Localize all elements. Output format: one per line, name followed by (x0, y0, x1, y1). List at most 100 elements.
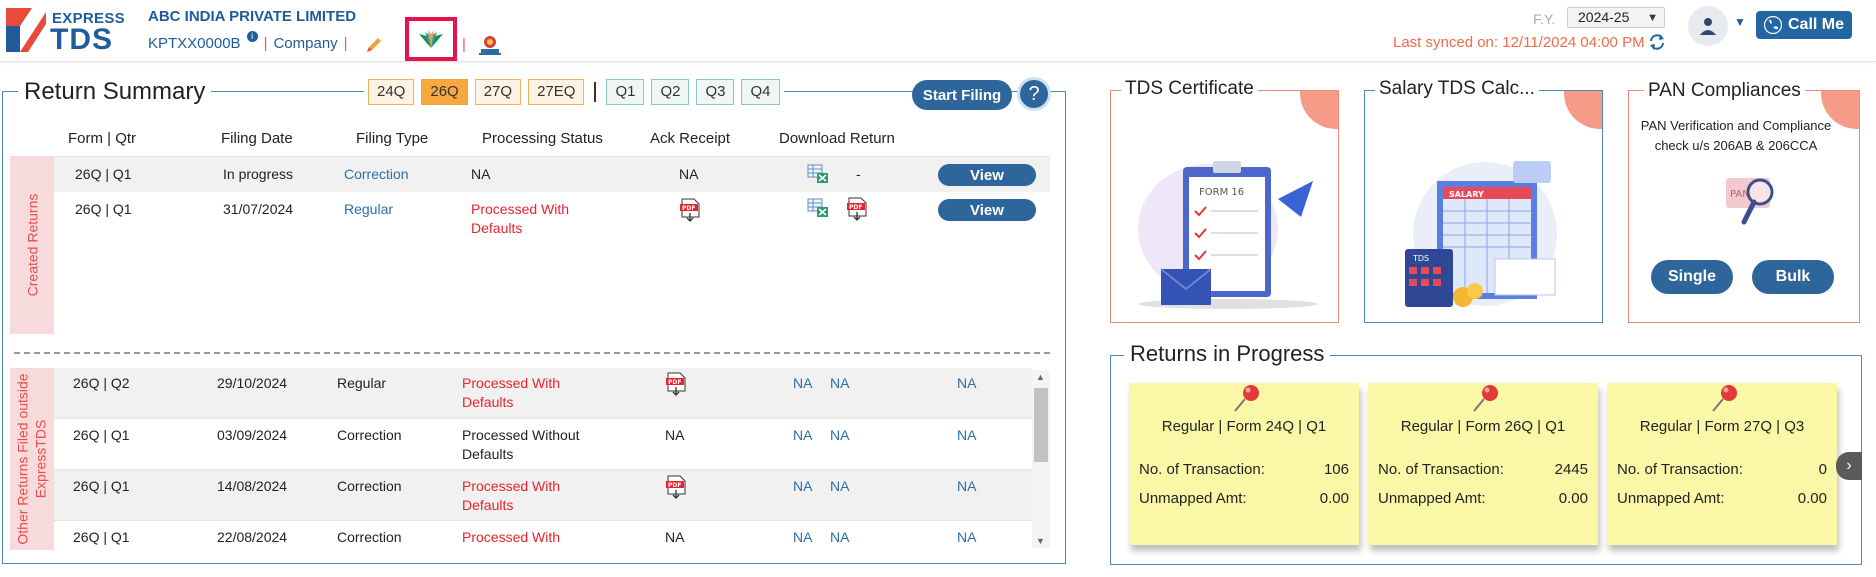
chip-27q[interactable]: 27Q (474, 79, 522, 105)
help-icon[interactable]: ? (1017, 77, 1051, 111)
download-na: NA (957, 529, 977, 545)
table-row: 26Q | Q1 In progress Correction NA NA - … (54, 156, 1050, 192)
dropdown-arrow-icon: ▼ (1647, 12, 1658, 24)
form-qtr: 26Q | Q1 (73, 427, 130, 443)
tds-certificate-card[interactable]: FORM 16 (1110, 90, 1339, 323)
col-download-return: Download Return (779, 130, 895, 147)
other-returns-tab: Other Returns Filed outside ExpressTDS (10, 368, 54, 550)
other-returns-label-line: Other Returns Filed outside (15, 373, 32, 545)
pencil-icon[interactable] (365, 36, 383, 54)
separator: | (343, 35, 348, 52)
download-na: NA (830, 529, 850, 545)
start-filing-button[interactable]: Start Filing (912, 80, 1012, 110)
pdf-ack-icon[interactable]: PDF (679, 198, 701, 222)
next-arrow-icon[interactable]: › (1836, 452, 1862, 480)
status-line: Processed With (462, 375, 561, 391)
pdf-ack-icon[interactable]: PDF (665, 475, 687, 499)
progress-card-title: Regular | Form 26Q | Q1 (1400, 418, 1566, 435)
form-quarter-filter: 24Q 26Q 27Q 27EQ Q1 Q2 Q3 Q4 (364, 79, 784, 105)
ack-receipt: NA (665, 427, 685, 443)
fy-label: F.Y. (1533, 11, 1556, 27)
salary-calc-illustration-icon: SALARY TDS (1405, 161, 1557, 307)
scroll-up-icon[interactable]: ▲ (1036, 372, 1045, 382)
excel-download-icon[interactable] (807, 198, 829, 218)
download-na: NA (793, 529, 813, 545)
scrollbar-thumb[interactable] (1034, 388, 1048, 462)
govt-portal-icon[interactable] (478, 34, 502, 56)
download-na: NA (830, 478, 850, 494)
col-ack-receipt: Ack Receipt (650, 130, 731, 147)
ack-receipt: NA (679, 166, 699, 182)
utility-logo-icon (419, 30, 443, 48)
other-returns-label: Other Returns Filed outside ExpressTDS (14, 373, 50, 544)
progress-card[interactable]: Regular | Form 27Q | Q3 No. of Transacti… (1607, 383, 1837, 545)
scroll-down-icon[interactable]: ▼ (1036, 536, 1045, 546)
download-na: NA (830, 375, 850, 391)
entity-type: Company (273, 35, 338, 52)
info-icon[interactable]: i (246, 31, 258, 42)
section-divider (14, 352, 1050, 354)
bulk-button[interactable]: Bulk (1752, 260, 1834, 294)
download-na: NA (957, 478, 977, 494)
form16-label: FORM 16 (1199, 187, 1244, 198)
filing-date: In progress (223, 166, 294, 182)
unmapped-amount: 0.00 (1319, 490, 1349, 507)
logo-mark-icon (6, 8, 46, 52)
utility-logo-button[interactable] (405, 17, 457, 61)
pan-desc-line: check u/s 206AB & 206CCA (1654, 138, 1818, 153)
filing-date: 29/10/2024 (217, 375, 288, 391)
chip-q4[interactable]: Q4 (741, 79, 780, 105)
chip-q1[interactable]: Q1 (606, 79, 645, 105)
svg-text:PDF: PDF (668, 379, 681, 386)
filing-date: 03/09/2024 (217, 427, 288, 443)
processing-status: NA (471, 166, 491, 182)
single-button[interactable]: Single (1651, 260, 1733, 294)
salary-tds-calc-card[interactable]: SALARY TDS (1364, 90, 1603, 323)
expresstds-logo[interactable]: EXPRESS TDS (6, 6, 132, 56)
calc-tds-label: TDS (1412, 254, 1429, 263)
chip-q2[interactable]: Q2 (651, 79, 690, 105)
progress-card[interactable]: Regular | Form 26Q | Q1 No. of Transacti… (1368, 383, 1598, 545)
filing-type: Correction (337, 427, 402, 443)
pdf-download-icon[interactable]: PDF (846, 197, 868, 221)
filing-type: Regular (344, 201, 394, 217)
status-line: Processed Without (462, 427, 580, 443)
chip-26q[interactable]: 26Q (421, 79, 468, 105)
table-row: 26Q | Q2 29/10/2024 Regular Processed Wi… (54, 368, 1032, 418)
form-qtr: 26Q | Q1 (73, 529, 130, 545)
tan-number[interactable]: KPTXX0000B (148, 35, 241, 52)
pushpin-icon (1712, 385, 1737, 412)
chip-24q[interactable]: 24Q (368, 79, 415, 105)
fy-value: 2024-25 (1578, 9, 1630, 25)
deductor-info: KPTXX0000B i | Company | (148, 31, 348, 52)
download-na: NA (957, 375, 977, 391)
form-qtr: 26Q | Q1 (75, 166, 132, 182)
processing-status: Processed With Defaults (462, 374, 560, 412)
call-me-button[interactable]: Call Me (1756, 11, 1852, 39)
chevron-down-icon[interactable]: ▼ (1734, 15, 1746, 29)
pdf-ack-icon[interactable]: PDF (665, 372, 687, 396)
table-row: 26Q | Q1 31/07/2024 Regular Processed Wi… (54, 192, 1050, 242)
progress-card[interactable]: Regular | Form 24Q | Q1 No. of Transacti… (1129, 383, 1359, 545)
last-synced-text: Last synced on: 12/11/2024 04:00 PM (1393, 34, 1645, 51)
progress-card-title: Regular | Form 27Q | Q3 (1639, 418, 1805, 435)
user-avatar[interactable] (1688, 6, 1728, 46)
sync-icon[interactable] (1648, 32, 1666, 52)
status-line: Processed With (462, 478, 561, 494)
excel-download-icon[interactable] (807, 164, 829, 184)
unmapped-label: Unmapped Amt: (1617, 490, 1725, 507)
download-na: NA (957, 427, 977, 443)
chip-q3[interactable]: Q3 (696, 79, 735, 105)
form-qtr: 26Q | Q1 (73, 478, 130, 494)
transaction-count: 106 (1323, 461, 1349, 478)
view-button[interactable]: View (938, 199, 1036, 221)
transaction-count: 2445 (1554, 461, 1588, 478)
company-name: ABC INDIA PRIVATE LIMITED (148, 8, 357, 25)
view-button[interactable]: View (938, 164, 1036, 186)
tds-certificate-title: TDS Certificate (1121, 78, 1258, 100)
pushpin-icon (1473, 385, 1498, 412)
chip-27eq[interactable]: 27EQ (528, 79, 585, 105)
fy-select[interactable]: 2024-25 ▼ (1567, 7, 1665, 28)
form16-illustration-icon: FORM 16 (1138, 161, 1318, 309)
processing-status: Processed With Defaults (462, 477, 560, 515)
